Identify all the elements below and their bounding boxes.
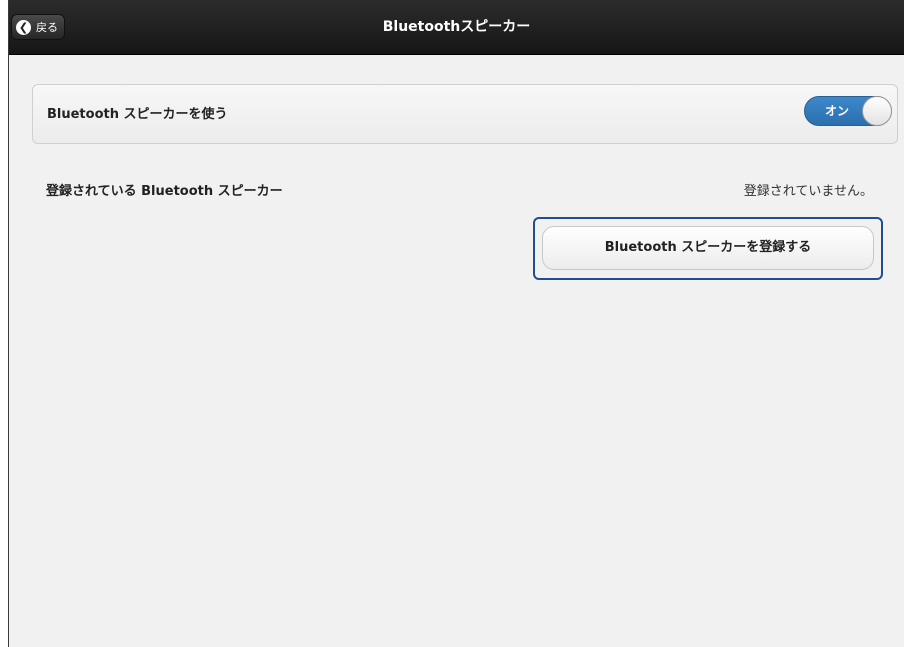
nav-bar: Bluetoothスピーカー ❮ 戻る <box>9 0 904 55</box>
use-bluetooth-speaker-label: Bluetooth スピーカーを使う <box>47 107 228 122</box>
toggle-state-label: オン <box>825 104 850 118</box>
back-button-label: 戻る <box>36 21 58 34</box>
registered-speakers-status: 登録されていません。 <box>743 184 873 199</box>
use-bluetooth-speaker-row: Bluetooth スピーカーを使う オン <box>32 84 898 144</box>
chevron-left-icon: ❮ <box>16 19 31 35</box>
register-bluetooth-speaker-button[interactable]: Bluetooth スピーカーを登録する <box>542 226 874 270</box>
registered-speakers-label: 登録されている Bluetooth スピーカー <box>46 184 283 199</box>
toggle-knob <box>862 96 892 126</box>
page-title: Bluetoothスピーカー <box>382 19 531 35</box>
use-bluetooth-speaker-toggle[interactable]: オン <box>804 96 892 126</box>
back-button[interactable]: ❮ 戻る <box>11 14 65 40</box>
app-screen: Bluetoothスピーカー ❮ 戻る Bluetooth スピーカーを使う オ… <box>8 0 904 647</box>
